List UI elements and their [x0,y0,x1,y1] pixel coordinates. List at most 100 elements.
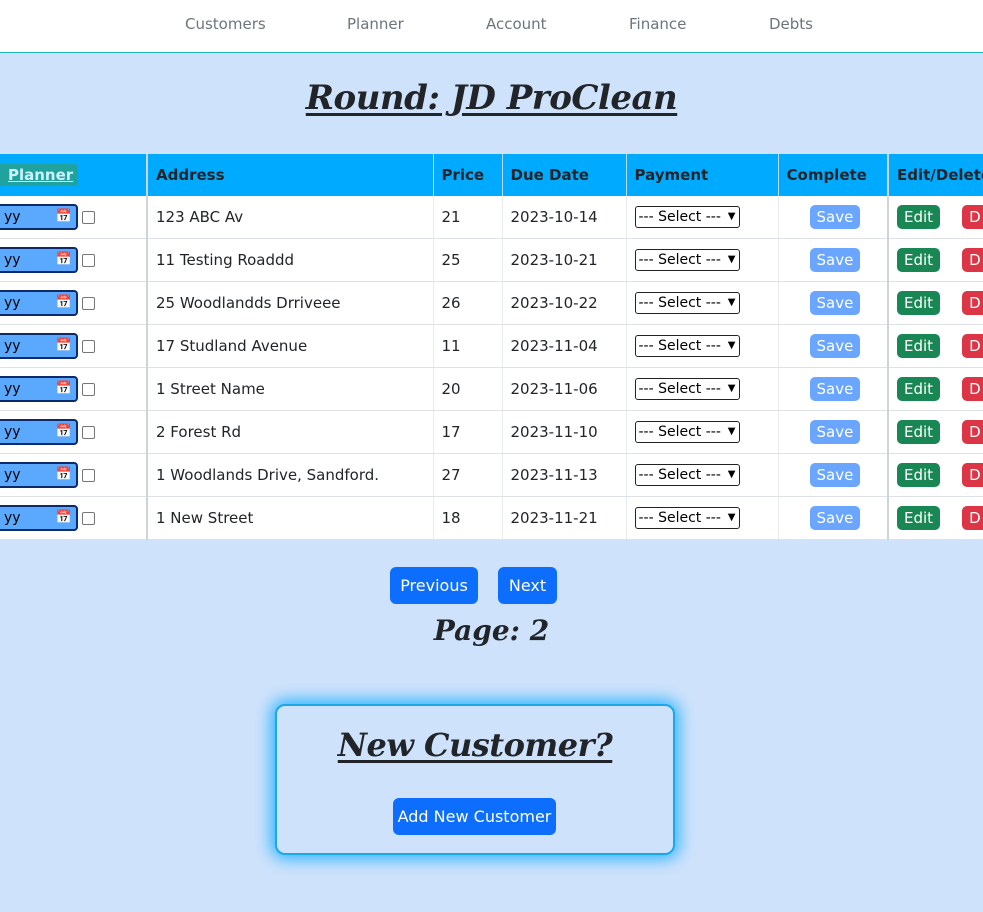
payment-select[interactable]: --- Select --- ▼ [634,292,740,314]
price-cell: 20 [433,367,503,411]
payment-select[interactable]: --- Select --- ▼ [634,378,740,400]
payment-select[interactable]: --- Select --- ▼ [634,421,740,443]
calendar-icon[interactable]: 📅 [56,507,72,529]
delete-button[interactable]: D [962,463,983,487]
planner-date-input[interactable]: yy 📅 [0,290,78,316]
planner-date-input[interactable]: yy 📅 [0,462,78,488]
chevron-down-icon: ▼ [727,211,736,222]
complete-cell: Save [778,410,889,454]
add-new-customer-button[interactable]: Add New Customer [393,798,556,835]
save-button[interactable]: Save [809,205,861,229]
save-button[interactable]: Save [809,377,861,401]
planner-date-input[interactable]: yy 📅 [0,247,78,273]
save-button[interactable]: Save [809,420,861,444]
new-customer-title: New Customer? [337,726,613,764]
edit-button[interactable]: Edit [897,334,941,358]
nav-account[interactable]: Account [486,15,547,33]
edit-button[interactable]: Edit [897,205,941,229]
payment-select[interactable]: --- Select --- ▼ [634,464,740,486]
nav-debts[interactable]: Debts [769,15,813,33]
delete-button[interactable]: D [962,248,983,272]
payment-select[interactable]: --- Select --- ▼ [634,249,740,271]
nav-planner[interactable]: Planner [347,15,404,33]
planner-date-input[interactable]: yy 📅 [0,333,78,359]
edit-button[interactable]: Edit [897,420,941,444]
calendar-icon[interactable]: 📅 [56,249,72,271]
save-button[interactable]: Save [809,291,861,315]
payment-cell: --- Select --- ▼ [626,367,779,411]
planner-header-link[interactable]: Planner [0,164,79,186]
planner-cell: yy 📅 [0,324,148,368]
payment-select-value: --- Select --- [638,252,721,268]
address-cell: 123 ABC Av [147,196,434,239]
due-date-cell: 2023-11-21 [502,496,627,540]
complete-cell: Save [778,324,889,368]
delete-button[interactable]: D [962,205,983,229]
delete-button[interactable]: D [962,506,983,530]
planner-checkbox[interactable] [82,511,95,525]
calendar-icon[interactable]: 📅 [56,464,72,486]
save-button[interactable]: Save [809,506,861,530]
save-button[interactable]: Save [809,248,861,272]
planner-checkbox[interactable] [82,468,95,482]
planner-date-input[interactable]: yy 📅 [0,204,78,230]
delete-button[interactable]: D [962,377,983,401]
date-placeholder: yy [4,467,21,483]
calendar-icon[interactable]: 📅 [56,378,72,400]
planner-checkbox[interactable] [82,339,95,353]
col-header-due-date: Due Date [502,154,627,196]
save-button[interactable]: Save [809,463,861,487]
calendar-icon[interactable]: 📅 [56,421,72,443]
date-placeholder: yy [4,510,21,526]
delete-button[interactable]: D [962,420,983,444]
edit-button[interactable]: Edit [897,291,941,315]
col-header-planner[interactable]: Planner [0,154,148,196]
planner-date-input[interactable]: yy 📅 [0,376,78,402]
payment-cell: --- Select --- ▼ [626,238,779,282]
planner-date-input[interactable]: yy 📅 [0,419,78,445]
complete-cell: Save [778,367,889,411]
planner-checkbox[interactable] [82,296,95,310]
edit-button[interactable]: Edit [897,377,941,401]
save-button[interactable]: Save [809,334,861,358]
calendar-icon[interactable]: 📅 [56,335,72,357]
planner-date-input[interactable]: yy 📅 [0,505,78,531]
planner-checkbox[interactable] [82,425,95,439]
price-cell: 21 [433,196,503,239]
payment-select-value: --- Select --- [638,295,721,311]
previous-button[interactable]: Previous [390,567,478,604]
table-row: yy 📅 1 Street Name 20 2023-11-06 --- Sel… [0,367,983,411]
payment-select-value: --- Select --- [638,338,721,354]
table-header-row: Planner Address Price Due Date Payment C… [0,154,983,196]
table-row: yy 📅 2 Forest Rd 17 2023-11-10 --- Selec… [0,410,983,454]
edit-button[interactable]: Edit [897,463,941,487]
nav-finance[interactable]: Finance [629,15,686,33]
edit-button[interactable]: Edit [897,506,941,530]
calendar-icon[interactable]: 📅 [56,206,72,228]
edit-button[interactable]: Edit [897,248,941,272]
address-cell: 11 Testing Roaddd [147,238,434,282]
calendar-icon[interactable]: 📅 [56,292,72,314]
planner-checkbox[interactable] [82,382,95,396]
complete-cell: Save [778,196,889,239]
due-date-cell: 2023-11-13 [502,453,627,497]
planner-cell: yy 📅 [0,281,148,325]
edit-delete-cell: Edit D [888,238,983,282]
payment-select[interactable]: --- Select --- ▼ [634,206,740,228]
address-cell: 1 Woodlands Drive, Sandford. [147,453,434,497]
col-header-price: Price [433,154,503,196]
col-header-complete: Complete [778,154,889,196]
delete-button[interactable]: D [962,334,983,358]
due-date-cell: 2023-10-22 [502,281,627,325]
col-header-address: Address [147,154,434,196]
payment-select[interactable]: --- Select --- ▼ [634,507,740,529]
payment-select[interactable]: --- Select --- ▼ [634,335,740,357]
edit-delete-cell: Edit D [888,324,983,368]
round-table-wrapper: Planner Address Price Due Date Payment C… [0,154,983,540]
nav-customers[interactable]: Customers [185,15,266,33]
next-button[interactable]: Next [498,567,557,604]
price-cell: 25 [433,238,503,282]
delete-button[interactable]: D [962,291,983,315]
planner-checkbox[interactable] [82,210,95,224]
planner-checkbox[interactable] [82,253,95,267]
